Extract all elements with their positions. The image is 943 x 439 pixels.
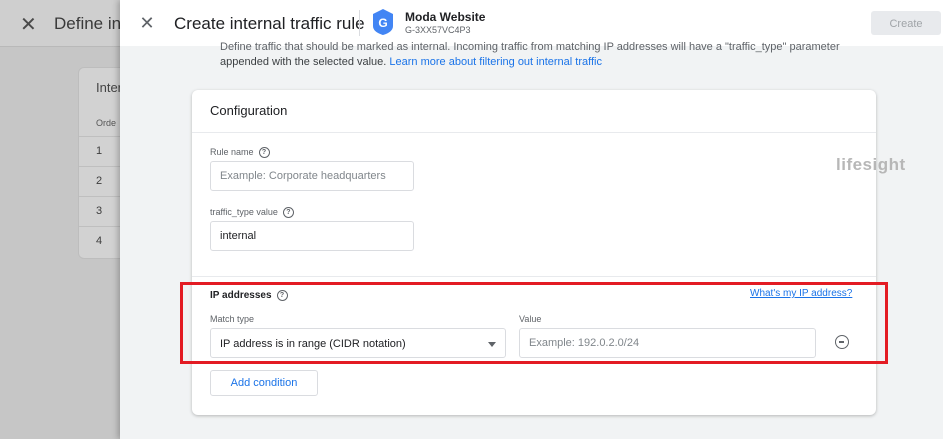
configuration-title: Configuration — [210, 103, 288, 118]
rule-name-label: Rule name? — [210, 147, 270, 159]
traffic-type-input[interactable] — [210, 221, 414, 251]
create-button[interactable]: Create — [871, 11, 941, 35]
add-condition-button[interactable]: Add condition — [210, 370, 318, 396]
background-column-header: Orde — [96, 118, 117, 128]
highlight-annotation — [180, 282, 888, 364]
watermark: lifesight — [836, 155, 906, 174]
intro-line-1: Define traffic that should be marked as … — [220, 41, 840, 53]
create-rule-panel: ✕ Create internal traffic rule G Moda We… — [120, 0, 943, 439]
close-icon[interactable]: ✕ — [136, 12, 158, 34]
header-divider — [359, 10, 360, 36]
background-card-title: Inter — [96, 80, 123, 95]
configuration-card: Configuration Rule name? traffic_type va… — [192, 90, 876, 415]
help-icon[interactable]: ? — [282, 207, 294, 219]
page-title: Create internal traffic rule — [174, 14, 365, 33]
help-icon[interactable]: ? — [258, 147, 270, 159]
background-close-icon: ✕ — [20, 14, 37, 36]
traffic-type-label: traffic_type value? — [210, 207, 294, 219]
rule-name-input[interactable] — [210, 161, 414, 191]
configuration-divider — [192, 132, 876, 133]
analytics-property-icon: G — [373, 9, 393, 35]
learn-more-link[interactable]: Learn more about filtering out internal … — [389, 56, 602, 68]
intro-line-2: appended with the selected value. Learn … — [220, 56, 602, 68]
property-name: Moda Website — [405, 10, 486, 24]
ip-section-divider — [192, 276, 876, 277]
property-id: G-3XX57VC4P3 — [405, 25, 471, 35]
svg-text:G: G — [378, 16, 387, 30]
